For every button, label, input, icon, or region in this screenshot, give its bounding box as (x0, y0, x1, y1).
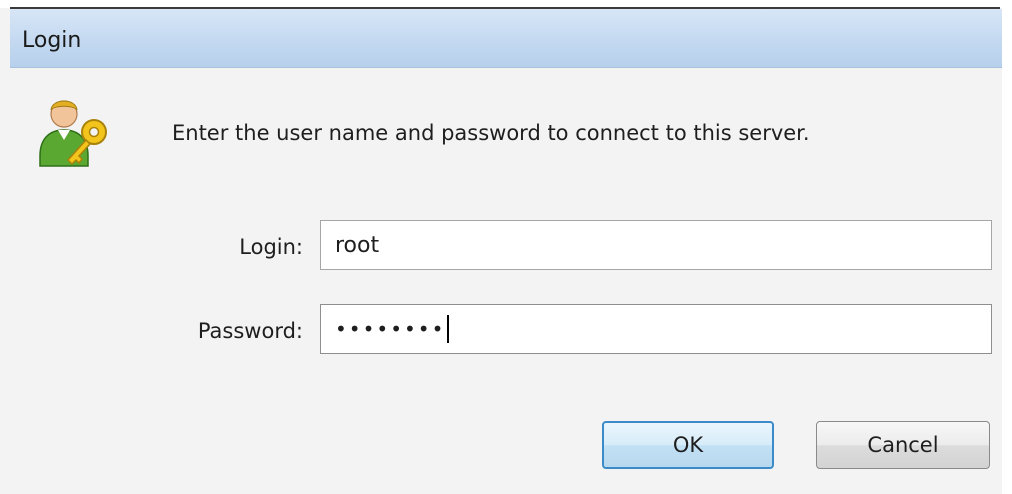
user-key-icon (39, 100, 107, 167)
ok-button-label: OK (672, 433, 704, 457)
password-field[interactable]: •••••••• (320, 304, 992, 354)
login-value: root (335, 232, 380, 258)
window-right-margin (1002, 8, 1012, 494)
login-dialog: Login Enter the user name and password t… (0, 0, 1012, 494)
password-value: •••••••• (335, 317, 446, 341)
text-caret (447, 315, 450, 343)
dialog-body: Enter the user name and password to conn… (10, 68, 1002, 488)
title-bar[interactable]: Login (10, 9, 1002, 68)
login-field[interactable]: root (320, 220, 992, 270)
cancel-button-label: Cancel (867, 433, 939, 457)
login-label: Login: (239, 235, 303, 259)
ok-button[interactable]: OK (602, 421, 774, 469)
window-title: Login (22, 28, 82, 53)
instruction-text: Enter the user name and password to conn… (172, 121, 810, 145)
password-label: Password: (197, 319, 303, 343)
cancel-button[interactable]: Cancel (816, 421, 990, 469)
